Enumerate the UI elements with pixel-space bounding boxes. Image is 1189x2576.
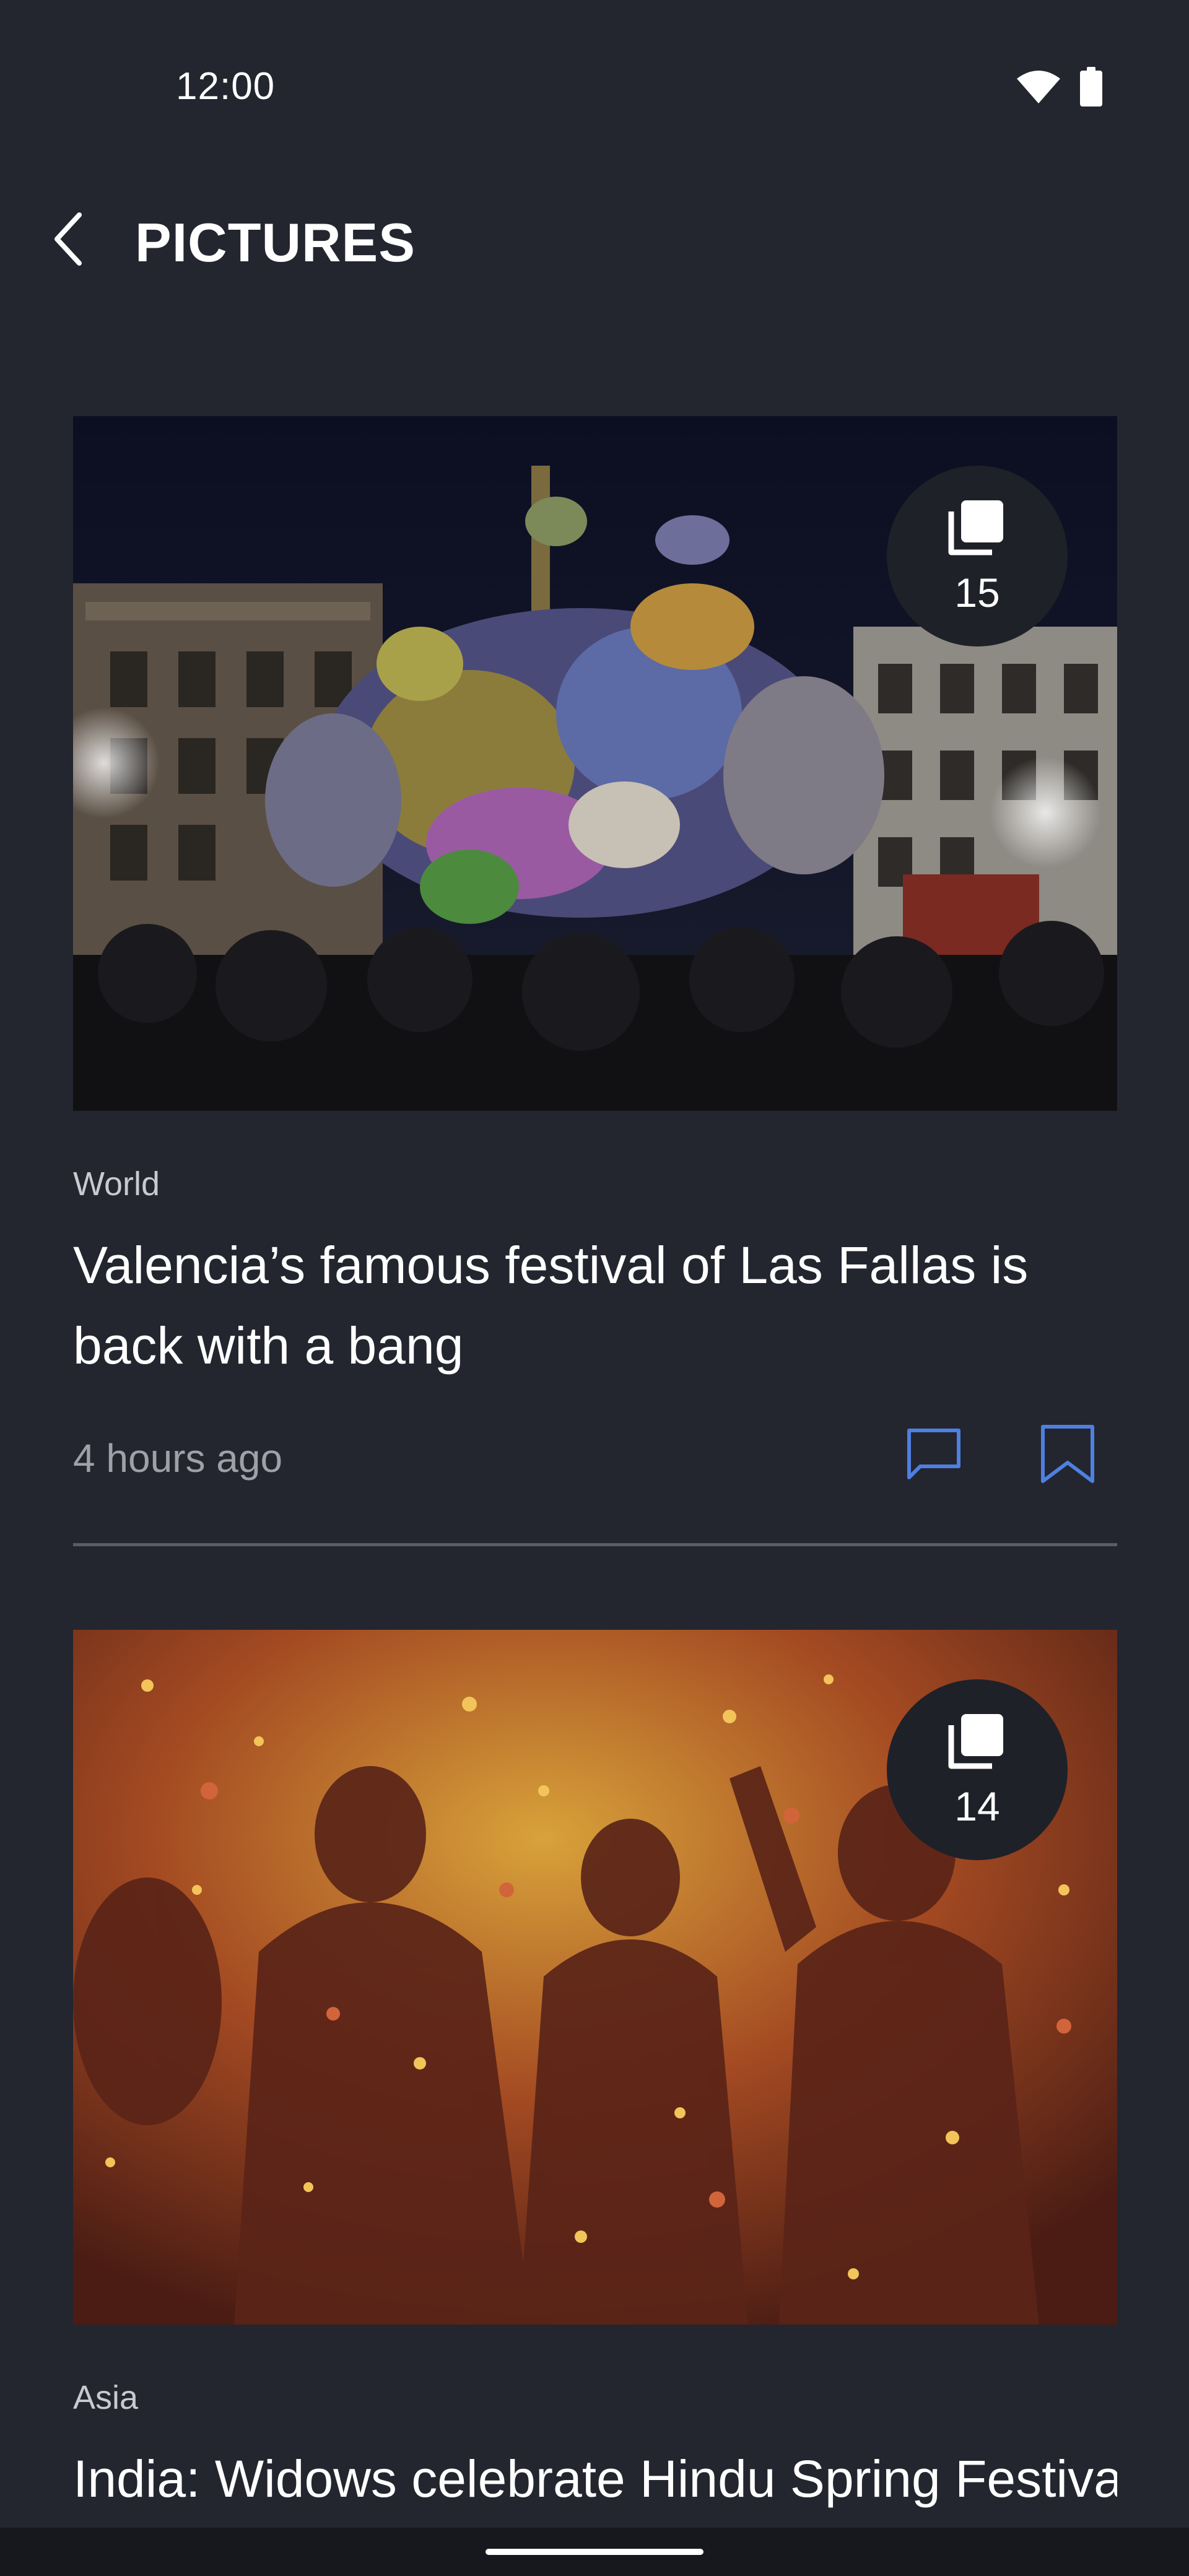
- article-card: 15 World Valencia’s famous festival of L…: [73, 416, 1117, 1546]
- article-image[interactable]: 14: [73, 1630, 1117, 2325]
- comment-button[interactable]: [897, 1418, 971, 1492]
- photo-count-badge: 15: [887, 466, 1068, 646]
- article-headline[interactable]: India: Widows celebrate Hindu Spring Fes…: [73, 2439, 1117, 2519]
- photo-count: 15: [954, 569, 1000, 616]
- divider: [73, 1543, 1117, 1546]
- chevron-left-icon: [52, 211, 87, 270]
- gallery-icon: [947, 1710, 1007, 1773]
- battery-icon: [1079, 67, 1104, 111]
- status-icons: [1016, 67, 1104, 111]
- comment-icon: [904, 1424, 964, 1487]
- article-meta: 4 hours ago: [73, 1418, 1117, 1499]
- article-category: Asia: [73, 2379, 139, 2416]
- article-card: 14 Asia India: Widows celebrate Hindu Sp…: [73, 1630, 1117, 2519]
- article-category: World: [73, 1165, 160, 1203]
- article-timestamp: 4 hours ago: [73, 1436, 283, 1481]
- gesture-nav-bar: [0, 2528, 1189, 2576]
- bookmark-icon: [1039, 1423, 1096, 1488]
- home-gesture-handle[interactable]: [486, 2549, 703, 2555]
- page-title: PICTURES: [135, 212, 416, 273]
- status-time: 12:00: [176, 65, 276, 108]
- article-headline[interactable]: Valencia’s famous festival of Las Fallas…: [73, 1225, 1117, 1386]
- photo-count-badge: 14: [887, 1679, 1068, 1860]
- back-button[interactable]: [40, 211, 99, 270]
- photo-count: 14: [954, 1783, 1000, 1829]
- status-bar: 12:00: [0, 0, 1189, 136]
- wifi-icon: [1016, 70, 1061, 108]
- gallery-icon: [947, 497, 1007, 559]
- article-image[interactable]: 15: [73, 416, 1117, 1111]
- bookmark-button[interactable]: [1030, 1418, 1105, 1492]
- app-header: PICTURES: [0, 186, 1189, 297]
